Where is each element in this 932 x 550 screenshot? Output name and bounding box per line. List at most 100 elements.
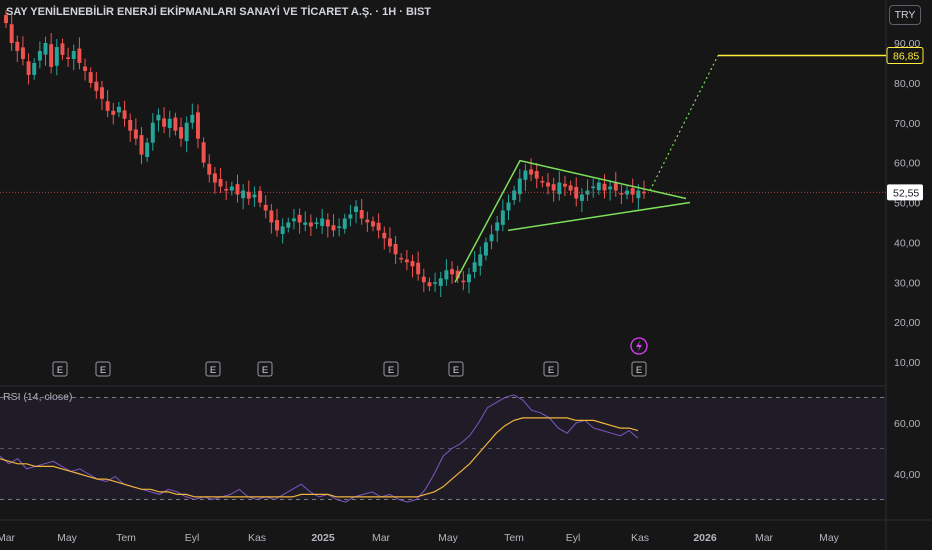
price-axis-tick: 10,00 <box>894 357 920 369</box>
lightning-icon-bolt <box>636 340 642 352</box>
candle-body <box>37 50 42 61</box>
candle-body <box>613 182 618 191</box>
candle-body <box>393 243 398 255</box>
candle-body <box>596 182 601 191</box>
time-axis-tick: May <box>819 532 840 544</box>
time-axis-tick: Tem <box>116 532 136 544</box>
candle-body <box>382 232 387 239</box>
time-axis-tick: Mar <box>0 532 16 544</box>
rsi-axis-tick: 60,00 <box>894 418 920 430</box>
candle-body <box>438 278 443 286</box>
candle-body <box>331 225 336 231</box>
chart-canvas[interactable]: 90,0080,0070,0060,0050,0040,0030,0020,00… <box>0 0 932 550</box>
earnings-e-icon-letter: E <box>210 365 216 376</box>
earnings-e-icon-letter: E <box>262 365 268 376</box>
time-axis-tick: Eyl <box>185 532 200 544</box>
earnings-e-icon-letter: E <box>548 365 554 376</box>
candle-body <box>410 261 415 267</box>
candle-body <box>15 41 20 51</box>
candle-body <box>241 190 246 199</box>
candle-body <box>252 194 257 198</box>
candle-body <box>529 169 534 175</box>
time-axis-tick: Kas <box>248 532 266 544</box>
candle-body <box>173 117 178 131</box>
candle-body <box>66 57 71 59</box>
candle-body <box>275 220 279 231</box>
candle-body <box>399 257 404 260</box>
candle-body <box>116 106 121 113</box>
candle-body <box>286 222 291 228</box>
target-projection-line <box>649 55 719 191</box>
candle-body <box>404 259 409 263</box>
candle-body <box>416 262 421 275</box>
candle-body <box>427 282 432 287</box>
candle-body <box>500 210 505 225</box>
candle-body <box>342 218 347 229</box>
rsi-axis-tick: 40,00 <box>894 469 920 481</box>
candle-body <box>619 192 624 195</box>
candle-body <box>557 182 562 195</box>
candle-body <box>111 110 116 115</box>
time-axis-tick: Mar <box>372 532 391 544</box>
candle-body <box>20 47 25 59</box>
earnings-e-icon-letter: E <box>100 365 106 376</box>
candle-body <box>280 226 285 235</box>
candle-body <box>591 186 596 189</box>
candle-body <box>608 186 613 190</box>
target-price-label: 86,85 <box>893 51 919 63</box>
earnings-e-icon-letter: E <box>388 365 394 376</box>
time-axis-tick: Tem <box>504 532 524 544</box>
last-price-label: 52,55 <box>893 187 919 199</box>
candle-body <box>224 188 229 191</box>
candle-body <box>551 184 556 191</box>
candle-body <box>269 210 274 223</box>
price-axis-tick: 70,00 <box>894 118 920 130</box>
price-axis-tick: 60,00 <box>894 158 920 170</box>
candle-body <box>387 238 392 247</box>
candle-body <box>162 118 167 127</box>
candle-body <box>43 43 48 55</box>
candle-body <box>145 142 150 158</box>
candle-body <box>297 214 302 223</box>
candle-body <box>190 114 195 123</box>
candle-body <box>105 101 110 111</box>
candle-body <box>54 46 59 66</box>
candle-body <box>461 280 466 283</box>
candle-body <box>546 182 550 187</box>
candle-body <box>49 44 54 67</box>
candle-body <box>229 186 234 191</box>
candle-body <box>235 184 240 195</box>
candle-body <box>122 110 127 119</box>
candle-body <box>325 219 330 227</box>
candle-body <box>94 81 99 91</box>
earnings-e-icon-letter: E <box>57 365 63 376</box>
price-axis-tick: 40,00 <box>894 237 920 249</box>
candle-body <box>354 206 359 213</box>
candle-body <box>195 112 200 139</box>
price-axis-tick: 30,00 <box>894 277 920 289</box>
candle-body <box>263 204 268 211</box>
candle-body <box>303 222 308 225</box>
candle-body <box>314 222 319 225</box>
time-axis-tick: May <box>438 532 459 544</box>
candle-body <box>83 66 88 71</box>
candle-body <box>495 222 500 231</box>
candle-body <box>348 214 353 219</box>
candle-body <box>466 274 471 283</box>
candle-body <box>133 129 138 139</box>
candle-body <box>218 178 223 187</box>
time-axis-tick: May <box>57 532 78 544</box>
candle-body <box>128 119 133 131</box>
candle-body <box>483 242 488 256</box>
price-axis-tick: 80,00 <box>894 78 920 90</box>
candle-body <box>60 43 65 55</box>
candle-body <box>139 135 144 155</box>
candle-body <box>444 270 449 280</box>
pattern-lower-trendline <box>507 201 691 232</box>
candle-body <box>32 62 37 75</box>
time-axis-tick: 2025 <box>311 532 335 544</box>
candle-body <box>179 127 184 139</box>
candle-body <box>26 61 31 75</box>
candle-body <box>4 15 8 24</box>
candle-body <box>540 180 545 183</box>
